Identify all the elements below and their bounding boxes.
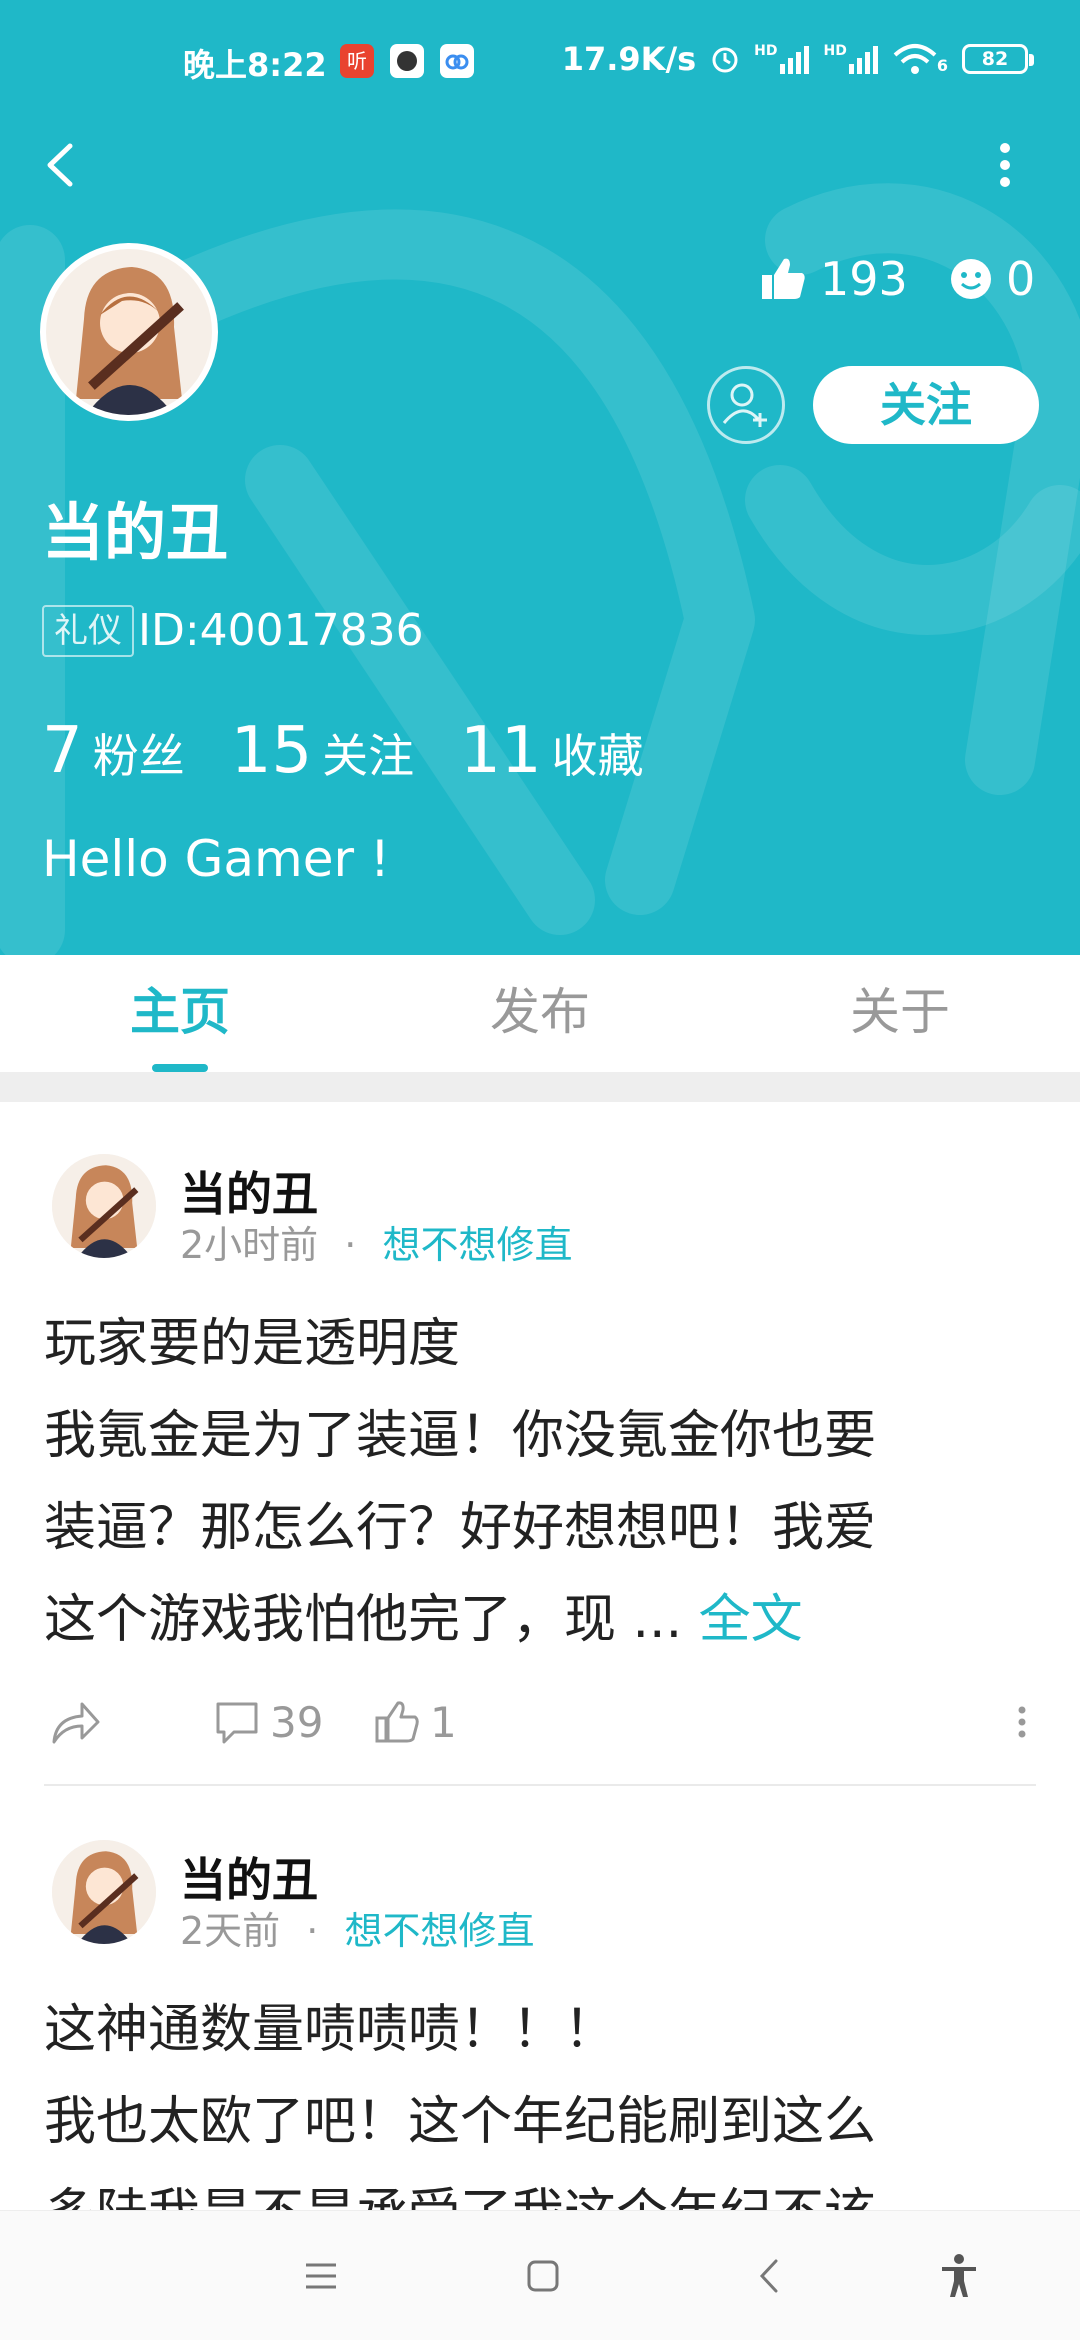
wifi-icon: 6: [893, 43, 948, 75]
add-user-icon: [722, 383, 767, 427]
signal-1-icon: HD: [754, 44, 809, 74]
more-vertical-icon: [1018, 1706, 1026, 1738]
tab-indicator: [152, 1064, 208, 1072]
listen-app-icon: 听: [340, 44, 374, 78]
post-line: 多陆我是不是承受了我这个年纪不该: [44, 2168, 1034, 2210]
like-count: 1: [430, 1697, 457, 1747]
profile-stats: 7 粉丝 15 关注 11 收藏: [42, 714, 644, 788]
likes-count: 193: [760, 252, 908, 306]
battery-icon: 82: [962, 44, 1034, 74]
post-line: 玩家要的是透明度: [44, 1314, 461, 1374]
post-line: 这个游戏我怕他完了，现 ... 全文: [44, 1574, 1034, 1666]
stat-favorites-label: 收藏: [551, 729, 644, 783]
post-avatar[interactable]: [52, 1154, 156, 1258]
comment-button[interactable]: 39: [214, 1692, 323, 1752]
profile-bio: Hello Gamer !: [42, 830, 390, 888]
signal-2-icon: HD: [824, 44, 879, 74]
profile-username: 当的丑: [42, 496, 229, 569]
profile-header: 晚上8:22 听 17.9K/s HD HD 6 82 193 0 关注 当的丑…: [0, 0, 1080, 955]
tab-about[interactable]: 关于: [720, 955, 1080, 1070]
like-button[interactable]: 1: [374, 1692, 457, 1752]
watermark-logo: [0, 183, 1080, 955]
accessibility-icon[interactable]: [934, 2251, 984, 2301]
comment-count: 39: [270, 1697, 324, 1747]
camera-app-icon: [390, 44, 424, 78]
post-line-text: 这个游戏我怕他完了，现 ...: [44, 1590, 683, 1650]
home-icon[interactable]: [518, 2251, 568, 2301]
follow-button[interactable]: 关注: [813, 366, 1039, 444]
post-card[interactable]: 当的丑 2小时前 · 想不想修直 玩家要的是透明度 我氪金是为了装逼！你没氪金你…: [0, 1102, 1080, 1792]
stat-favorites[interactable]: 11 收藏: [460, 714, 643, 788]
section-divider: [0, 1072, 1080, 1102]
stat-fans-label: 粉丝: [92, 729, 185, 783]
stat-favorites-count: 11: [460, 714, 542, 788]
tab-posts[interactable]: 发布: [360, 955, 720, 1070]
avatar[interactable]: [40, 243, 218, 421]
back-icon[interactable]: [36, 138, 90, 192]
post-meta: 2天前 · 想不想修直: [180, 1900, 534, 1955]
signal-2-label: HD: [823, 43, 847, 59]
post-avatar[interactable]: [52, 1840, 156, 1944]
cloud-app-icon: [440, 44, 474, 78]
post-time: 2小时前: [180, 1223, 319, 1267]
post-more-button[interactable]: [1014, 1692, 1030, 1752]
add-friend-button[interactable]: [707, 366, 785, 444]
alarm-icon: [712, 47, 738, 73]
post-card[interactable]: 当的丑 2天前 · 想不想修直 这神通数量啧啧啧！！！ 我也太欧了吧！这个年纪能…: [0, 1788, 1080, 2210]
tab-home[interactable]: 主页: [0, 955, 360, 1070]
thumbs-up-icon: [375, 1701, 419, 1743]
signal-1-label: HD: [754, 43, 778, 59]
smiles-value: 0: [1006, 252, 1036, 306]
meta-separator: ·: [306, 1909, 319, 1953]
status-time: 晚上8:22: [183, 46, 327, 84]
post-body[interactable]: 这神通数量啧啧啧！！！ 我也太欧了吧！这个年纪能刷到这么 多陆我是不是承受了我这…: [44, 1984, 1034, 2210]
stat-fans[interactable]: 7 粉丝: [42, 714, 185, 788]
share-icon: [52, 1702, 100, 1744]
post-time: 2天前: [180, 1909, 281, 1953]
post-line: 装逼？那怎么行？好好想想吧！我爱: [44, 1498, 877, 1558]
smile-icon: [951, 259, 991, 299]
smiles-count: 0: [950, 252, 1035, 306]
post-topic[interactable]: 想不想修直: [344, 1909, 534, 1953]
net-speed: 17.9K/s: [561, 40, 697, 78]
post-line: 这神通数量啧啧啧！！！: [44, 2000, 617, 2060]
post-divider: [44, 1784, 1036, 1786]
post-line: 我氪金是为了装逼！你没氪金你也要: [44, 1406, 877, 1466]
back-nav-icon[interactable]: [746, 2251, 796, 2301]
post-meta: 2小时前 · 想不想修直: [180, 1214, 572, 1269]
stat-following[interactable]: 15 关注: [231, 714, 414, 788]
profile-tabs: 主页 发布 关于: [0, 955, 1080, 1070]
stat-fans-count: 7: [42, 714, 83, 788]
post-body[interactable]: 玩家要的是透明度 我氪金是为了装逼！你没氪金你也要 装逼？那怎么行？好好想想吧！…: [44, 1298, 1034, 1666]
share-button[interactable]: [50, 1692, 102, 1752]
post-line: 我也太欧了吧！这个年纪能刷到这么: [44, 2092, 877, 2152]
status-right-group: 17.9K/s HD HD 6 82: [561, 40, 1034, 78]
wifi-label: 6: [936, 56, 948, 75]
comment-icon: [216, 1702, 258, 1744]
system-nav-bar: [0, 2210, 1080, 2340]
menu-icon[interactable]: [296, 2251, 346, 2301]
read-more-link[interactable]: 全文: [699, 1590, 803, 1650]
thumbs-up-icon: [762, 258, 805, 299]
user-id: ID:40017836: [138, 605, 424, 656]
etiquette-badge[interactable]: 礼仪: [42, 605, 134, 657]
post-actions: 39 1: [44, 1692, 1044, 1752]
stat-following-label: 关注: [322, 729, 415, 783]
more-options-icon[interactable]: [990, 140, 1020, 190]
likes-value: 193: [820, 252, 908, 306]
post-topic[interactable]: 想不想修直: [382, 1223, 572, 1267]
stat-following-count: 15: [230, 714, 313, 788]
meta-separator: ·: [344, 1223, 357, 1267]
status-bar: 晚上8:22 听 17.9K/s HD HD 6 82: [0, 0, 1080, 125]
